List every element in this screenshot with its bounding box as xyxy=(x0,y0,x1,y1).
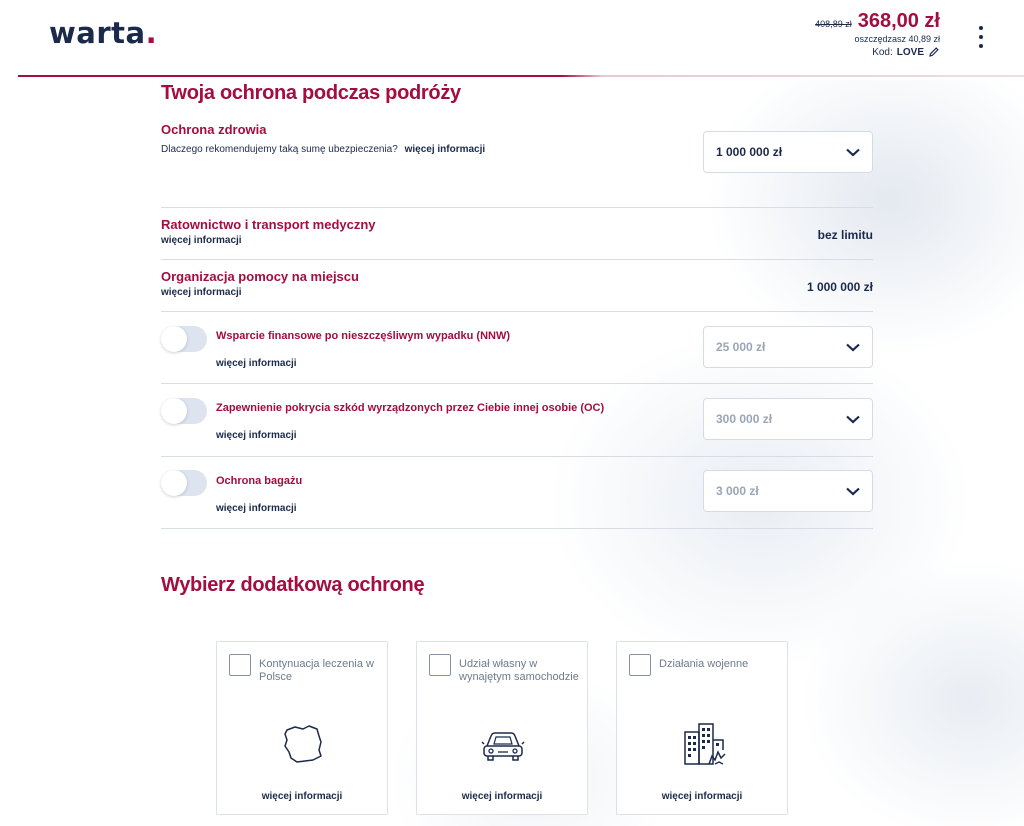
health-title: Ochrona zdrowia xyxy=(161,122,267,137)
luggage-toggle[interactable] xyxy=(161,470,207,496)
chevron-down-icon xyxy=(846,343,860,351)
protection-title: Twoja ochrona podczas podróży xyxy=(161,82,461,104)
luggage-sum-select[interactable]: 3 000 zł xyxy=(703,470,873,512)
nnw-sum-select[interactable]: 25 000 zł xyxy=(703,326,873,368)
damaged-building-icon xyxy=(684,723,726,765)
old-price: 408,89 zł xyxy=(815,19,852,29)
assistance-row: Organizacja pomocy na miejscu więcej inf… xyxy=(161,260,873,312)
assistance-value: 1 000 000 zł xyxy=(806,280,873,294)
war-actions-checkbox[interactable] xyxy=(629,654,651,676)
additional-section: Wybierz dodatkową ochronę xyxy=(161,574,425,597)
warta-logo[interactable]: warta. xyxy=(49,16,157,50)
more-options-icon[interactable] xyxy=(974,26,988,48)
oc-title: Zapewnienie pokrycia szkód wyrządzonych … xyxy=(216,402,605,414)
promo-code[interactable]: Kod: LOVE xyxy=(815,46,940,58)
card-rental-car[interactable]: Udział własny w wynajętym samochodzie wi… xyxy=(416,641,588,815)
nnw-more-info-link[interactable]: więcej informacji xyxy=(216,358,297,369)
new-price: 368,00 zł xyxy=(857,10,940,32)
card-war-actions[interactable]: Działania wojenne więcej informacji xyxy=(616,641,788,815)
oc-row: Zapewnienie pokrycia szkód wyrządzonych … xyxy=(161,384,873,457)
additional-title: Wybierz dodatkową ochronę xyxy=(161,574,425,596)
additional-cards: Kontynuacja leczenia w Polsce więcej inf… xyxy=(216,641,788,815)
card-label: Kontynuacja leczenia w Polsce xyxy=(259,658,374,683)
header-divider xyxy=(18,75,1024,77)
card-more-info-link[interactable]: więcej informacji xyxy=(617,791,787,802)
luggage-more-info-link[interactable]: więcej informacji xyxy=(216,503,297,514)
rescue-more-info-link[interactable]: więcej informacji xyxy=(161,235,242,246)
pencil-icon[interactable] xyxy=(928,46,940,58)
health-desc: Dlaczego rekomendujemy taką sumę ubezpie… xyxy=(161,144,398,155)
health-more-info-link[interactable]: więcej informacji xyxy=(405,144,486,155)
card-continuation-treatment[interactable]: Kontynuacja leczenia w Polsce więcej inf… xyxy=(216,641,388,815)
card-label: Udział własny w wynajętym samochodzie xyxy=(459,658,579,683)
oc-sum-select[interactable]: 300 000 zł xyxy=(703,398,873,440)
nnw-row: Wsparcie finansowe po nieszczęśliwym wyp… xyxy=(161,312,873,384)
oc-toggle[interactable] xyxy=(161,398,207,424)
assistance-more-info-link[interactable]: więcej informacji xyxy=(161,287,242,298)
car-icon xyxy=(481,732,525,761)
price-summary: 408,89 zł 368,00 zł oszczędzasz 40,89 zł… xyxy=(815,10,940,58)
luggage-row: Ochrona bagażu więcej informacji 3 000 z… xyxy=(161,457,873,529)
nnw-toggle[interactable] xyxy=(161,326,207,352)
header: warta. 408,89 zł 368,00 zł oszczędzasz 4… xyxy=(0,0,1024,78)
chevron-down-icon xyxy=(846,148,860,156)
poland-map-icon xyxy=(284,725,322,763)
rescue-title: Ratownictwo i transport medyczny xyxy=(161,217,376,232)
assistance-title: Organizacja pomocy na miejscu xyxy=(161,269,359,284)
chevron-down-icon xyxy=(846,415,860,423)
luggage-title: Ochrona bagażu xyxy=(216,475,303,487)
health-row: Ochrona zdrowia Dlaczego rekomendujemy t… xyxy=(161,119,873,208)
savings-text: oszczędzasz 40,89 zł xyxy=(854,34,940,44)
protection-section: Twoja ochrona podczas podróży Ochrona zd… xyxy=(161,82,873,529)
oc-more-info-link[interactable]: więcej informacji xyxy=(216,430,297,441)
health-sum-select[interactable]: 1 000 000 zł xyxy=(703,131,873,173)
rescue-value: bez limitu xyxy=(817,228,873,242)
nnw-title: Wsparcie finansowe po nieszczęśliwym wyp… xyxy=(216,330,511,342)
card-label: Działania wojenne xyxy=(659,658,749,670)
rental-car-checkbox[interactable] xyxy=(429,654,451,676)
continuation-checkbox[interactable] xyxy=(229,654,251,676)
rescue-row: Ratownictwo i transport medyczny więcej … xyxy=(161,208,873,260)
chevron-down-icon xyxy=(846,487,860,495)
card-more-info-link[interactable]: więcej informacji xyxy=(217,791,387,802)
card-more-info-link[interactable]: więcej informacji xyxy=(417,791,587,802)
